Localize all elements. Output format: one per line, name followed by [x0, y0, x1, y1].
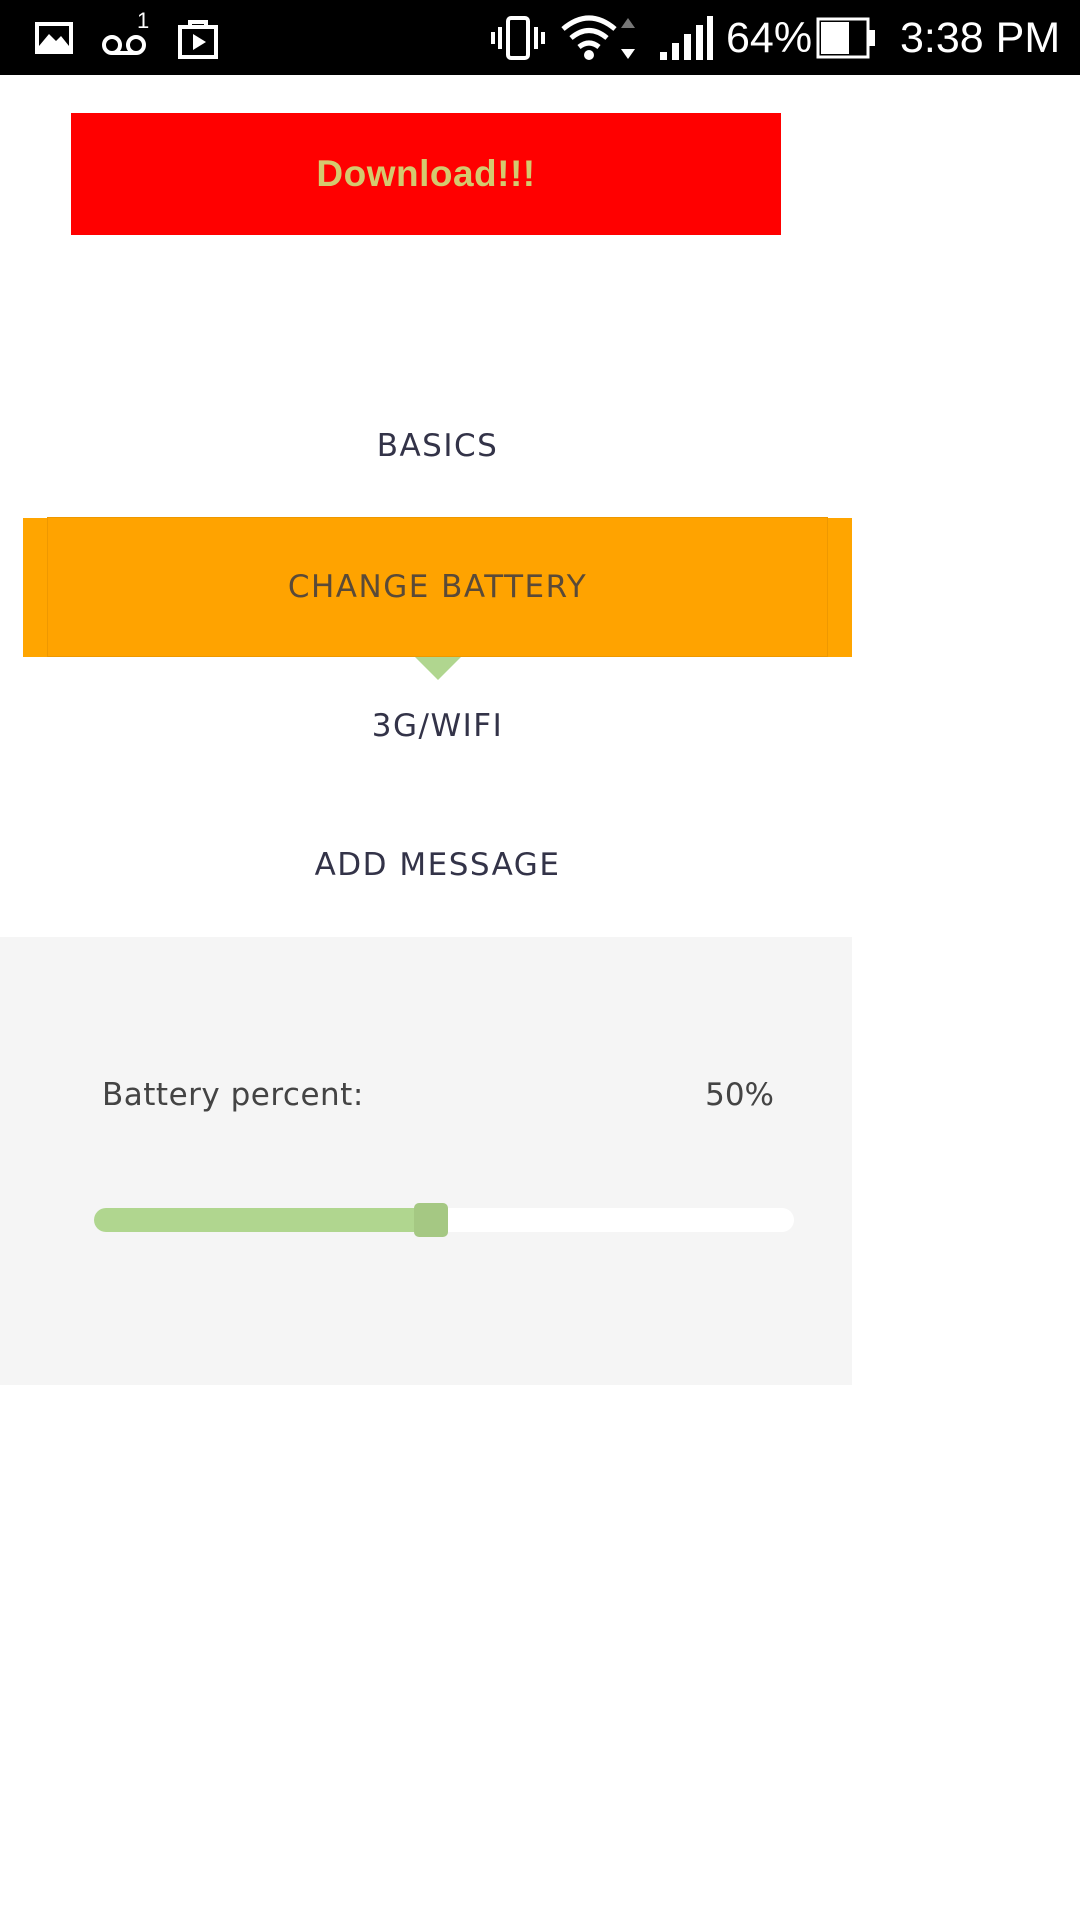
- download-button[interactable]: Download!!!: [71, 113, 781, 235]
- battery-slider-fill: [94, 1208, 431, 1232]
- battery-slider-thumb[interactable]: [414, 1203, 448, 1237]
- vibrate-icon: [490, 0, 546, 75]
- menu-item-change-battery[interactable]: CHANGE BATTERY: [47, 517, 828, 657]
- menu-item-3g-wifi[interactable]: 3G/WIFI: [0, 708, 875, 744]
- voicemail-count: 1: [137, 8, 150, 33]
- shopping-bag-icon: [175, 0, 221, 75]
- battery-percent-text: 64%: [726, 14, 813, 62]
- menu-item-basics[interactable]: BASICS: [0, 428, 875, 464]
- battery-percent-label: Battery percent:: [102, 1077, 364, 1113]
- signal-icon: [658, 0, 714, 75]
- status-bar: 1 64% 3:38 PM: [0, 0, 1080, 75]
- menu-item-add-message[interactable]: ADD MESSAGE: [0, 847, 875, 883]
- battery-settings-panel: [0, 937, 852, 1385]
- selection-pointer: [415, 657, 461, 680]
- wifi-icon: [560, 0, 642, 75]
- gallery-icon: [33, 0, 75, 75]
- battery-percent-value: 50%: [705, 1077, 774, 1113]
- clock-time: 3:38 PM: [900, 14, 1061, 62]
- battery-icon: [816, 0, 878, 75]
